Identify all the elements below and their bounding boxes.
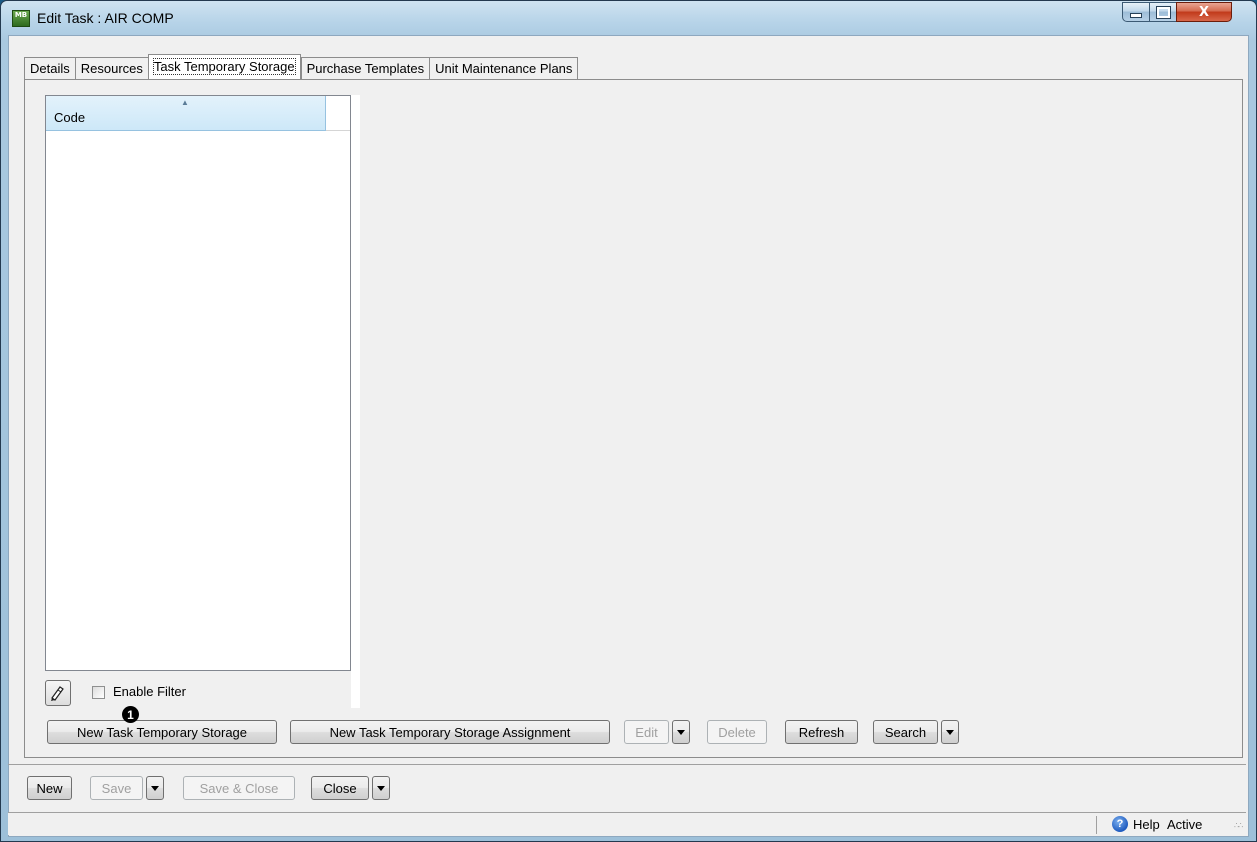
- edit-dropdown-button[interactable]: [672, 720, 690, 744]
- close-window-button[interactable]: X: [1176, 2, 1232, 22]
- maximize-icon: [1155, 5, 1171, 19]
- chevron-down-icon: [946, 729, 954, 735]
- tab-resources[interactable]: Resources: [74, 57, 148, 79]
- close-dropdown-button[interactable]: [372, 776, 390, 800]
- storage-grid[interactable]: ▲ Code: [45, 95, 351, 671]
- help-link[interactable]: Help: [1133, 817, 1160, 832]
- tab-label: Details: [30, 61, 70, 76]
- refresh-button[interactable]: Refresh: [785, 720, 858, 744]
- column-header-label: Code: [54, 110, 86, 125]
- button-label: Close: [323, 780, 357, 796]
- sort-ascending-icon: ▲: [181, 98, 189, 107]
- new-task-temporary-storage-assignment-button[interactable]: New Task Temporary Storage Assignment: [290, 720, 610, 744]
- close-icon: X: [1198, 4, 1210, 20]
- button-label: Edit: [635, 724, 658, 740]
- filter-row: Enable Filter: [45, 680, 355, 706]
- tab-purchase-templates[interactable]: Purchase Templates: [300, 57, 430, 79]
- tab-task-temporary-storage[interactable]: Task Temporary Storage: [147, 54, 301, 79]
- column-header-code[interactable]: ▲ Code: [46, 96, 326, 131]
- tab-label: Purchase Templates: [306, 61, 425, 76]
- search-button[interactable]: Search: [873, 720, 938, 744]
- tab-details[interactable]: Details: [24, 57, 75, 79]
- app-icon: MB: [12, 10, 30, 27]
- maximize-button[interactable]: [1149, 2, 1177, 22]
- tab-label: Task Temporary Storage: [152, 58, 296, 75]
- column-header-filler: [326, 96, 350, 131]
- edit-button[interactable]: Edit: [624, 720, 669, 744]
- button-label: New Task Temporary Storage: [76, 724, 248, 740]
- grid-side-strip: [351, 95, 360, 708]
- callout-badge: 1: [122, 706, 139, 723]
- chevron-down-icon: [151, 785, 159, 791]
- tab-label: Unit Maintenance Plans: [435, 61, 573, 76]
- chevron-down-icon: [677, 729, 685, 735]
- resize-grip-icon[interactable]: ∴∴: [1234, 821, 1243, 830]
- button-label: Save: [101, 780, 132, 796]
- minimize-button[interactable]: [1122, 2, 1150, 22]
- button-label: Delete: [718, 724, 756, 740]
- title-bar[interactable]: MB Edit Task : AIR COMP X: [1, 1, 1256, 35]
- enable-filter-checkbox[interactable]: [92, 686, 105, 699]
- filter-edit-button[interactable]: [45, 680, 71, 706]
- button-label: New: [36, 780, 63, 796]
- chevron-down-icon: [377, 785, 385, 791]
- filter-edit-icon: [51, 686, 64, 701]
- new-task-temporary-storage-button[interactable]: New Task Temporary Storage: [47, 720, 277, 744]
- close-button[interactable]: Close: [311, 776, 369, 800]
- status-text: Active: [1167, 817, 1203, 832]
- tab-label: Resources: [80, 61, 143, 76]
- button-label: New Task Temporary Storage Assignment: [329, 724, 571, 740]
- tab-strip: Details Resources Task Temporary Storage…: [24, 54, 579, 79]
- help-icon[interactable]: ?: [1112, 816, 1128, 832]
- save-and-close-button[interactable]: Save & Close: [183, 776, 295, 800]
- button-label: Save & Close: [199, 780, 279, 796]
- button-label: Refresh: [798, 724, 845, 740]
- new-button[interactable]: New: [27, 776, 72, 800]
- divider: [8, 764, 1246, 765]
- save-button[interactable]: Save: [90, 776, 143, 800]
- status-separator: [1096, 816, 1097, 834]
- search-dropdown-button[interactable]: [941, 720, 959, 744]
- button-label: Search: [884, 724, 927, 740]
- status-bar: ? Help Active ∴∴: [8, 812, 1246, 835]
- delete-button[interactable]: Delete: [707, 720, 767, 744]
- save-dropdown-button[interactable]: [146, 776, 164, 800]
- window-title: Edit Task : AIR COMP: [37, 10, 174, 26]
- tab-unit-maintenance-plans[interactable]: Unit Maintenance Plans: [429, 57, 579, 79]
- enable-filter-label: Enable Filter: [113, 684, 186, 699]
- minimize-icon: [1130, 13, 1142, 18]
